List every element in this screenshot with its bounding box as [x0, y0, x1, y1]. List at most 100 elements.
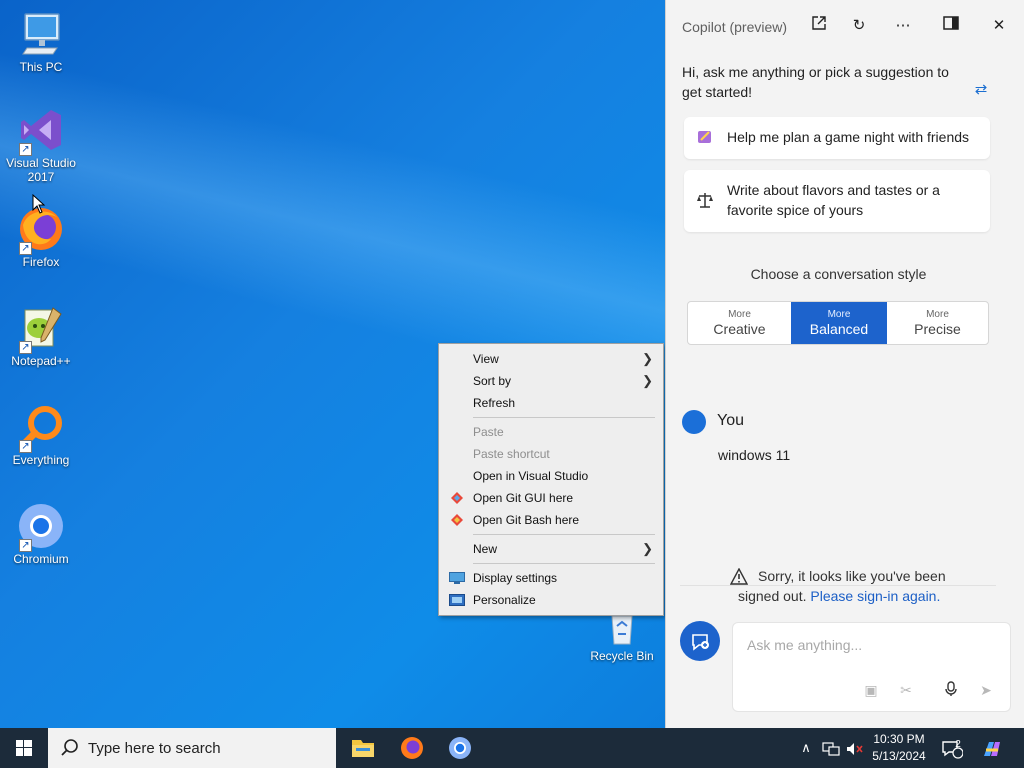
menu-item-label: New [473, 542, 498, 556]
desktop-icon-label: Everything [12, 453, 70, 467]
start-button[interactable] [0, 728, 48, 768]
new-topic-button[interactable] [680, 621, 720, 661]
chromium-icon [449, 737, 471, 759]
close-icon[interactable]: ✕ [987, 14, 1011, 38]
scale-balance-icon [696, 191, 714, 209]
style-button-balanced[interactable]: More Balanced [791, 302, 887, 344]
desktop-context-menu: View ❯ Sort by ❯ Refresh Paste Paste sho… [438, 343, 664, 616]
menu-item-label: Display settings [473, 571, 558, 585]
style-prefix: More [827, 309, 851, 320]
style-label: Creative [713, 321, 766, 337]
suggestion-text: Help me plan a game night with friends [727, 129, 970, 145]
clock-date: 5/13/2024 [872, 749, 926, 763]
desktop-icon-this-pc[interactable]: This PC [2, 10, 80, 74]
microphone-icon[interactable] [941, 681, 961, 699]
shortcut-arrow-icon: ↗ [19, 143, 32, 156]
shortcut-arrow-icon: ↗ [19, 539, 32, 552]
windows-logo-icon [16, 740, 32, 756]
sign-in-link[interactable]: Please sign-in again. [810, 588, 940, 604]
network-icon[interactable] [820, 728, 842, 768]
desktop-icon-label: Recycle Bin [590, 649, 654, 663]
menu-item-label: Open Git GUI here [473, 491, 574, 505]
desktop-icon-label: Chromium [13, 552, 69, 566]
style-label: Balanced [809, 321, 869, 337]
desktop-icon-label: This PC [19, 60, 63, 74]
open-in-new-window-icon[interactable] [807, 14, 831, 38]
dock-panel-icon[interactable] [939, 14, 963, 38]
desktop-icon-recycle-bin[interactable]: Recycle Bin [586, 610, 658, 663]
desktop-icon-firefox[interactable]: ↗ Firefox [2, 205, 80, 269]
menu-item-label: Paste [473, 425, 504, 439]
screenshot-icon[interactable]: ✂ [896, 681, 916, 699]
send-icon[interactable]: ➤ [976, 681, 996, 699]
menu-separator [473, 534, 655, 535]
volume-muted-icon[interactable] [845, 728, 865, 768]
menu-item-open-in-visual-studio[interactable]: Open in Visual Studio [439, 465, 663, 487]
menu-item-personalize[interactable]: Personalize [439, 589, 663, 611]
menu-separator [473, 417, 655, 418]
style-button-creative[interactable]: More Creative [688, 302, 791, 344]
visual-studio-icon: ↗ [17, 106, 65, 156]
search-icon [61, 739, 78, 756]
menu-separator [473, 563, 655, 564]
signed-out-warning: Sorry, it looks like you've been signed … [738, 566, 968, 606]
taskbar-search-box[interactable]: Type here to search [48, 728, 336, 768]
copilot-panel: Copilot (preview) ↻ ⋯ ✕ Hi, ask me anyth… [665, 0, 1024, 728]
display-settings-icon [449, 572, 465, 584]
menu-item-new[interactable]: New ❯ [439, 538, 663, 560]
paint-palette-icon [696, 128, 714, 146]
clock-time: 10:30 PM [873, 732, 925, 746]
git-gui-icon [451, 492, 463, 504]
taskbar-app-chromium[interactable] [440, 732, 480, 764]
desktop-icon-label: Notepad++ [11, 354, 71, 368]
user-avatar [682, 410, 706, 434]
menu-item-view[interactable]: View ❯ [439, 348, 663, 370]
chromium-icon: ↗ [17, 502, 65, 552]
menu-item-label: Paste shortcut [473, 447, 550, 461]
show-hidden-icons-chevron-up-icon[interactable]: ∧ [797, 728, 815, 768]
chevron-right-icon: ❯ [642, 541, 653, 556]
chevron-right-icon: ❯ [642, 373, 653, 388]
chevron-right-icon: ❯ [642, 351, 653, 366]
conversation-style-title: Choose a conversation style [750, 266, 927, 282]
shortcut-arrow-icon: ↗ [19, 440, 32, 453]
menu-item-label: Personalize [473, 593, 536, 607]
image-upload-icon[interactable]: ▣ [861, 681, 881, 699]
copilot-greeting: Hi, ask me anything or pick a suggestion… [682, 64, 949, 100]
menu-item-paste: Paste [439, 421, 663, 443]
desktop-icon-visual-studio[interactable]: ↗ Visual Studio 2017 [2, 106, 80, 184]
refresh-icon[interactable]: ↻ [847, 14, 871, 38]
copilot-title: Copilot (preview) [682, 19, 788, 35]
taskbar-app-firefox[interactable] [392, 732, 432, 764]
menu-item-display-settings[interactable]: Display settings [439, 567, 663, 589]
search-placeholder: Type here to search [88, 740, 221, 757]
copilot-taskbar-icon[interactable] [978, 728, 1006, 768]
shortcut-arrow-icon: ↗ [19, 242, 32, 255]
shortcut-arrow-icon: ↗ [19, 341, 32, 354]
menu-item-refresh[interactable]: Refresh [439, 392, 663, 414]
menu-item-label: View [473, 352, 499, 366]
taskbar: Type here to search ∧ 10:30 PM 5/13/2024 [0, 728, 1024, 768]
desktop-icon-notepad-plus-plus[interactable]: ↗ Notepad++ [2, 304, 80, 368]
desktop-icon-chromium[interactable]: ↗ Chromium [2, 502, 80, 566]
suggestion-card-game-night[interactable]: Help me plan a game night with friends [684, 117, 990, 159]
git-bash-icon [451, 514, 463, 526]
desktop-icon-everything[interactable]: ↗ Everything [2, 403, 80, 467]
style-button-precise[interactable]: More Precise [887, 302, 988, 344]
more-options-icon[interactable]: ⋯ [891, 14, 915, 38]
suggestion-card-flavors[interactable]: Write about flavors and tastes or a favo… [684, 170, 990, 232]
ask-box: ▣ ✂ ➤ [732, 622, 1011, 712]
style-prefix: More [926, 309, 949, 320]
taskbar-clock[interactable]: 10:30 PM 5/13/2024 [866, 731, 932, 765]
menu-item-open-git-gui[interactable]: Open Git GUI here [439, 487, 663, 509]
menu-item-label: Open in Visual Studio [473, 469, 589, 483]
personalize-icon [449, 594, 465, 606]
everything-search-icon: ↗ [17, 403, 65, 453]
taskbar-app-file-explorer[interactable] [343, 732, 383, 764]
ask-input[interactable] [747, 637, 987, 653]
user-name: You [717, 412, 744, 429]
menu-item-sort-by[interactable]: Sort by ❯ [439, 370, 663, 392]
menu-item-open-git-bash[interactable]: Open Git Bash here [439, 509, 663, 531]
conversation-style-selector: More Creative More Balanced More Precise [687, 301, 989, 345]
refresh-suggestions-icon[interactable]: ⇄ [971, 80, 991, 100]
